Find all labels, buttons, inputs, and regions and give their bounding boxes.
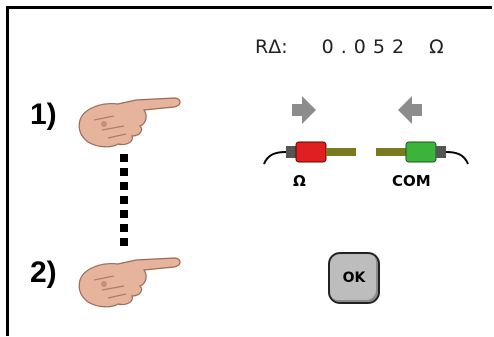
measurement-label: RΔ: xyxy=(255,36,288,58)
measurement-value: 0.052 xyxy=(321,36,412,58)
left-arrow-icon xyxy=(398,96,422,124)
ohm-probe-label: Ω xyxy=(293,172,306,190)
connection-dots xyxy=(120,154,130,248)
com-probe xyxy=(376,96,469,165)
com-probe-label: COM xyxy=(392,172,431,190)
step-2-number: 2) xyxy=(30,256,57,289)
pointing-hand-icon xyxy=(78,257,181,308)
step-1-number: 1) xyxy=(30,98,57,131)
measurement-unit: Ω xyxy=(429,36,444,58)
pointing-hand-icon xyxy=(78,97,181,148)
right-arrow-icon xyxy=(292,96,316,124)
measurement-readout: RΔ: 0.052 Ω xyxy=(255,36,444,58)
ok-button[interactable]: OK xyxy=(328,252,380,304)
ohm-probe xyxy=(263,96,356,165)
